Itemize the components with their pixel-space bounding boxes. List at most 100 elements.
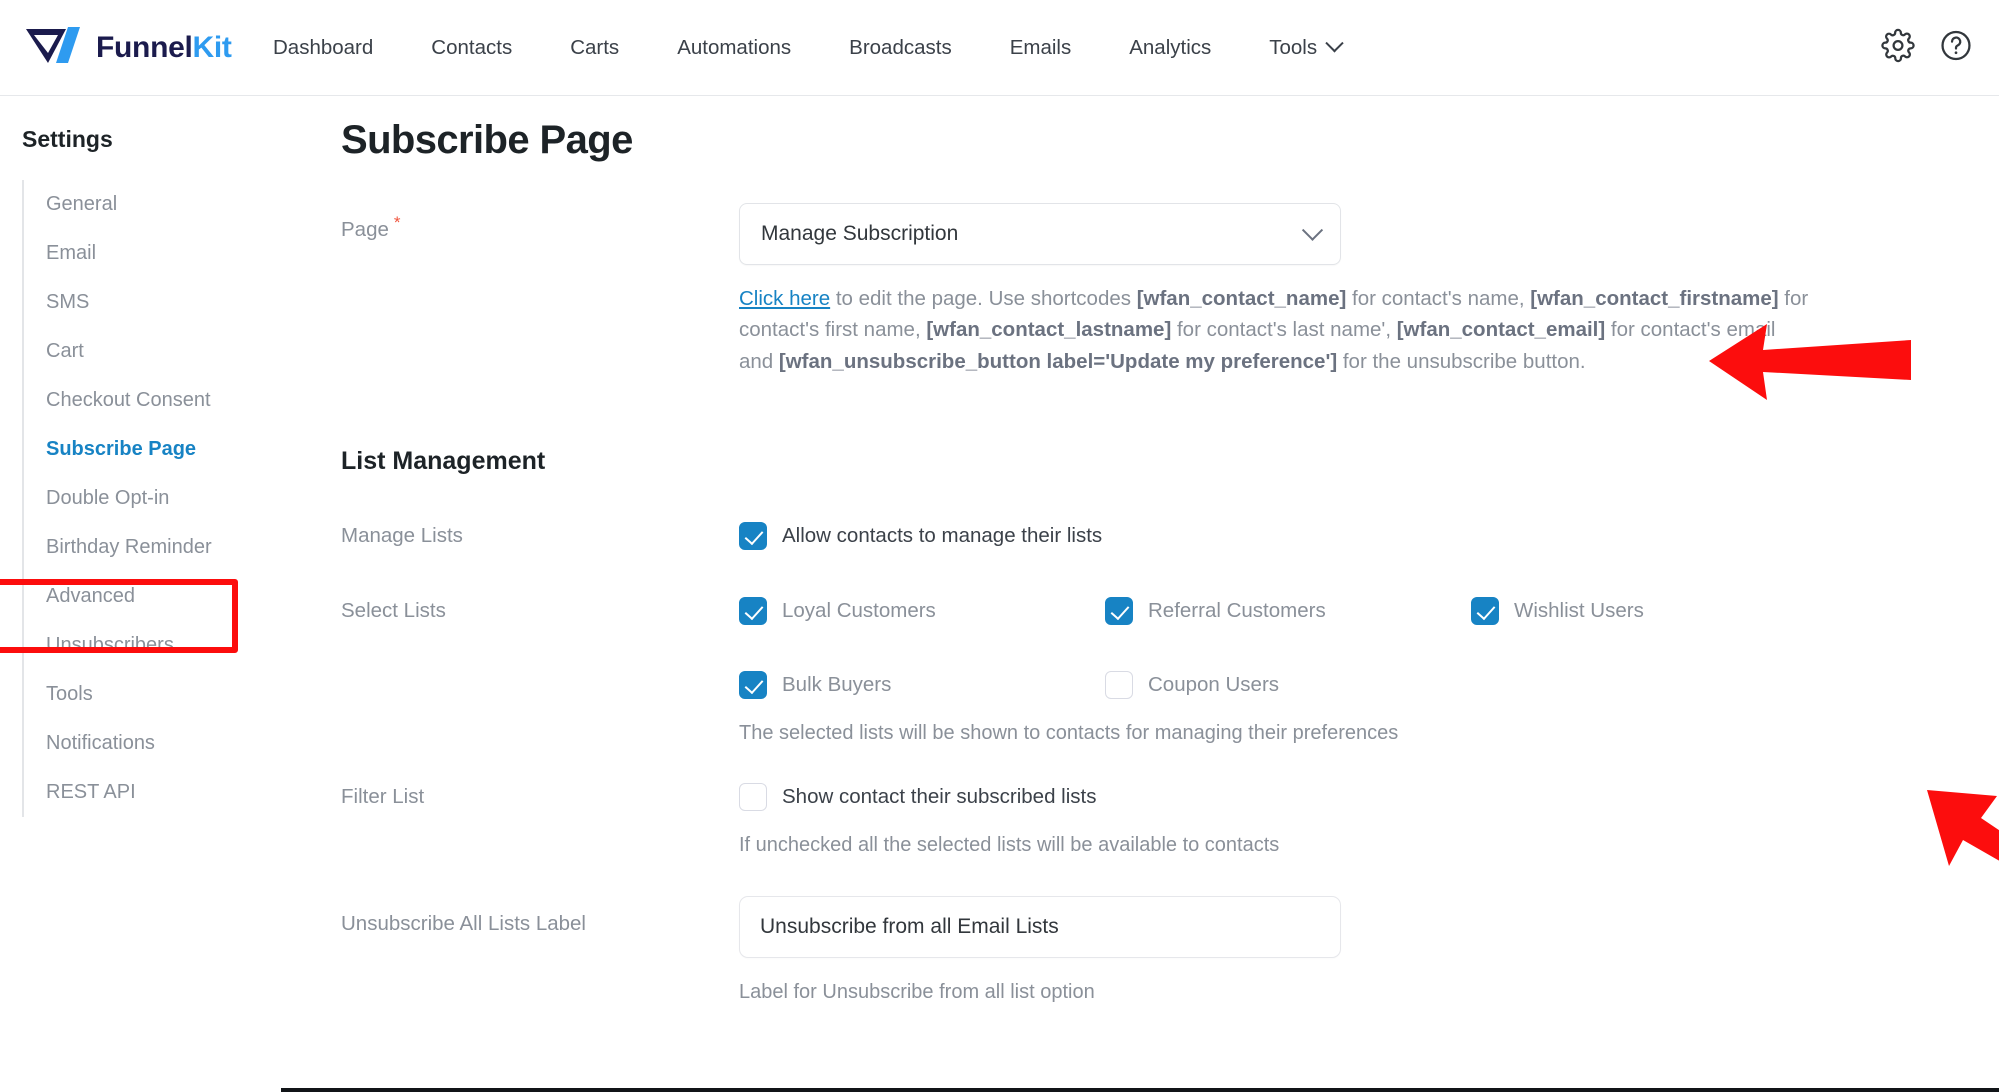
nav-item-broadcasts[interactable]: Broadcasts	[820, 26, 981, 70]
top-right-actions	[1881, 28, 1973, 67]
manage-lists-checkbox[interactable]	[739, 522, 767, 551]
settings-sidebar: Settings General Email SMS Cart Checkout…	[0, 96, 281, 1092]
sidebar-item-checkout-consent[interactable]: Checkout Consent	[24, 376, 281, 425]
filter-list-checkbox-row[interactable]: Show contact their subscribed lists	[739, 783, 1999, 812]
nav-item-emails[interactable]: Emails	[981, 26, 1101, 70]
list-option-label: Wishlist Users	[1514, 599, 1644, 623]
brand-name: FunnelKit	[96, 31, 232, 65]
nav-item-carts[interactable]: Carts	[541, 26, 648, 70]
list-option-label: Referral Customers	[1148, 599, 1326, 623]
page-field-row: Page * Manage Subscription Click here to …	[321, 203, 1999, 377]
list-option-loyal-customers[interactable]: Loyal Customers	[739, 597, 1105, 626]
bottom-divider	[281, 1088, 1999, 1092]
filter-list-label: Filter List	[341, 785, 425, 809]
select-lists-label: Select Lists	[341, 599, 446, 623]
shortcode-contact-email: [wfan_contact_email]	[1396, 318, 1606, 342]
unsubscribe-all-note: Label for Unsubscribe from all list opti…	[739, 981, 1095, 1004]
list-option-checkbox[interactable]	[1105, 671, 1133, 700]
shortcode-unsubscribe-button: [wfan_unsubscribe_button label='Update m…	[778, 349, 1338, 373]
list-option-coupon-users[interactable]: Coupon Users	[1105, 671, 1471, 700]
page-field-control: Manage Subscription Click here to edit t…	[739, 203, 1999, 377]
settings-main-panel: Subscribe Page Page * Manage Subscription…	[281, 96, 1999, 1092]
sidebar-item-tools[interactable]: Tools	[24, 670, 281, 719]
funnelkit-logo-icon	[22, 23, 90, 72]
nav-label: Carts	[570, 35, 620, 59]
unsubscribe-all-input[interactable]	[739, 896, 1341, 959]
nav-label: Analytics	[1129, 35, 1212, 59]
nav-label: Tools	[1269, 35, 1318, 59]
sidebar-item-unsubscribers[interactable]: Unsubscribers	[24, 621, 281, 670]
sidebar-item-birthday-reminder[interactable]: Birthday Reminder	[24, 523, 281, 572]
top-navigation-bar: FunnelKit Dashboard Contacts Carts Autom…	[0, 0, 1999, 96]
unsubscribe-all-control: Label for Unsubscribe from all list opti…	[739, 896, 1999, 1004]
sidebar-item-notifications[interactable]: Notifications	[24, 719, 281, 768]
sidebar-nav-list: General Email SMS Cart Checkout Consent …	[22, 180, 281, 817]
filter-list-checkbox-label: Show contact their subscribed lists	[782, 785, 1097, 809]
nav-label: Automations	[677, 35, 792, 59]
manage-lists-label: Manage Lists	[341, 524, 463, 548]
list-option-label: Coupon Users	[1148, 673, 1280, 697]
page-field-label-text: Page	[341, 217, 389, 241]
nav-label: Dashboard	[273, 35, 374, 59]
shortcode-contact-firstname: [wfan_contact_firstname]	[1530, 287, 1779, 310]
gear-icon[interactable]	[1881, 28, 1915, 67]
list-option-checkbox[interactable]	[1105, 597, 1133, 626]
filter-list-control: Show contact their subscribed lists If u…	[739, 783, 1999, 857]
page-field-help-text: Click here to edit the page. Use shortco…	[739, 283, 1809, 377]
manage-lists-row: Manage Lists Allow contacts to manage th…	[321, 522, 1999, 551]
sidebar-item-rest-api[interactable]: REST API	[24, 768, 281, 817]
page-field-label: Page *	[321, 203, 739, 242]
question-circle-icon[interactable]	[1939, 28, 1973, 67]
list-option-referral-customers[interactable]: Referral Customers	[1105, 597, 1471, 626]
brand-name-second: Kit	[192, 30, 232, 64]
filter-list-row: Filter List Show contact their subscribe…	[321, 783, 1999, 857]
sidebar-item-advanced[interactable]: Advanced	[24, 572, 281, 621]
sidebar-item-sms[interactable]: SMS	[24, 278, 281, 327]
sidebar-item-subscribe-page[interactable]: Subscribe Page	[24, 425, 281, 474]
chevron-down-icon	[1325, 34, 1344, 53]
list-option-bulk-buyers[interactable]: Bulk Buyers	[739, 671, 1105, 700]
list-option-checkbox[interactable]	[739, 671, 767, 700]
select-lists-grid: Loyal Customers Referral Customers Wishl…	[739, 597, 1999, 700]
filter-list-note: If unchecked all the selected lists will…	[739, 834, 1280, 857]
nav-item-automations[interactable]: Automations	[648, 26, 820, 70]
sidebar-item-general[interactable]: General	[24, 180, 281, 229]
list-option-wishlist-users[interactable]: Wishlist Users	[1471, 597, 1999, 626]
nav-item-tools[interactable]: Tools	[1240, 26, 1370, 70]
list-option-checkbox[interactable]	[739, 597, 767, 626]
help-part4: for contact's last name',	[1171, 318, 1397, 342]
page-select-dropdown[interactable]: Manage Subscription	[739, 203, 1341, 265]
nav-label: Broadcasts	[849, 35, 952, 59]
manage-lists-checkbox-label: Allow contacts to manage their lists	[782, 524, 1103, 548]
select-lists-note: The selected lists will be shown to cont…	[739, 722, 1399, 745]
list-option-label: Bulk Buyers	[782, 673, 892, 697]
nav-label: Emails	[1009, 35, 1072, 59]
page-select-value: Manage Subscription	[761, 222, 959, 245]
manage-lists-checkbox-row[interactable]: Allow contacts to manage their lists	[739, 522, 1999, 551]
page-title: Subscribe Page	[341, 118, 633, 162]
brand-logo[interactable]: FunnelKit	[22, 23, 244, 72]
primary-nav: Dashboard Contacts Carts Automations Bro…	[244, 26, 1370, 70]
sidebar-title: Settings	[22, 126, 113, 152]
select-lists-row: Select Lists Loyal Customers Referral Cu…	[321, 597, 1999, 745]
list-management-heading: List Management	[341, 447, 546, 476]
unsubscribe-all-label: Unsubscribe All Lists Label	[341, 912, 586, 936]
nav-item-contacts[interactable]: Contacts	[402, 26, 541, 70]
nav-item-analytics[interactable]: Analytics	[1100, 26, 1240, 70]
sidebar-item-cart[interactable]: Cart	[24, 327, 281, 376]
help-part1: to edit the page. Use shortcodes	[830, 287, 1137, 310]
edit-page-link[interactable]: Click here	[739, 287, 830, 310]
help-part2: for contact's name,	[1346, 287, 1531, 310]
chevron-down-icon	[1301, 219, 1324, 241]
select-lists-control: Loyal Customers Referral Customers Wishl…	[739, 597, 1999, 745]
filter-list-checkbox[interactable]	[739, 783, 767, 812]
sidebar-item-email[interactable]: Email	[24, 229, 281, 278]
list-option-checkbox[interactable]	[1471, 597, 1499, 626]
help-part6: for the unsubscribe button.	[1337, 349, 1586, 373]
nav-item-dashboard[interactable]: Dashboard	[244, 26, 402, 70]
shortcode-contact-lastname: [wfan_contact_lastname]	[926, 318, 1172, 342]
unsubscribe-all-row: Unsubscribe All Lists Label Label for Un…	[321, 896, 1999, 1004]
page-shell: Settings General Email SMS Cart Checkout…	[0, 96, 1999, 1092]
required-marker: *	[393, 213, 401, 232]
sidebar-item-double-opt-in[interactable]: Double Opt-in	[24, 474, 281, 523]
